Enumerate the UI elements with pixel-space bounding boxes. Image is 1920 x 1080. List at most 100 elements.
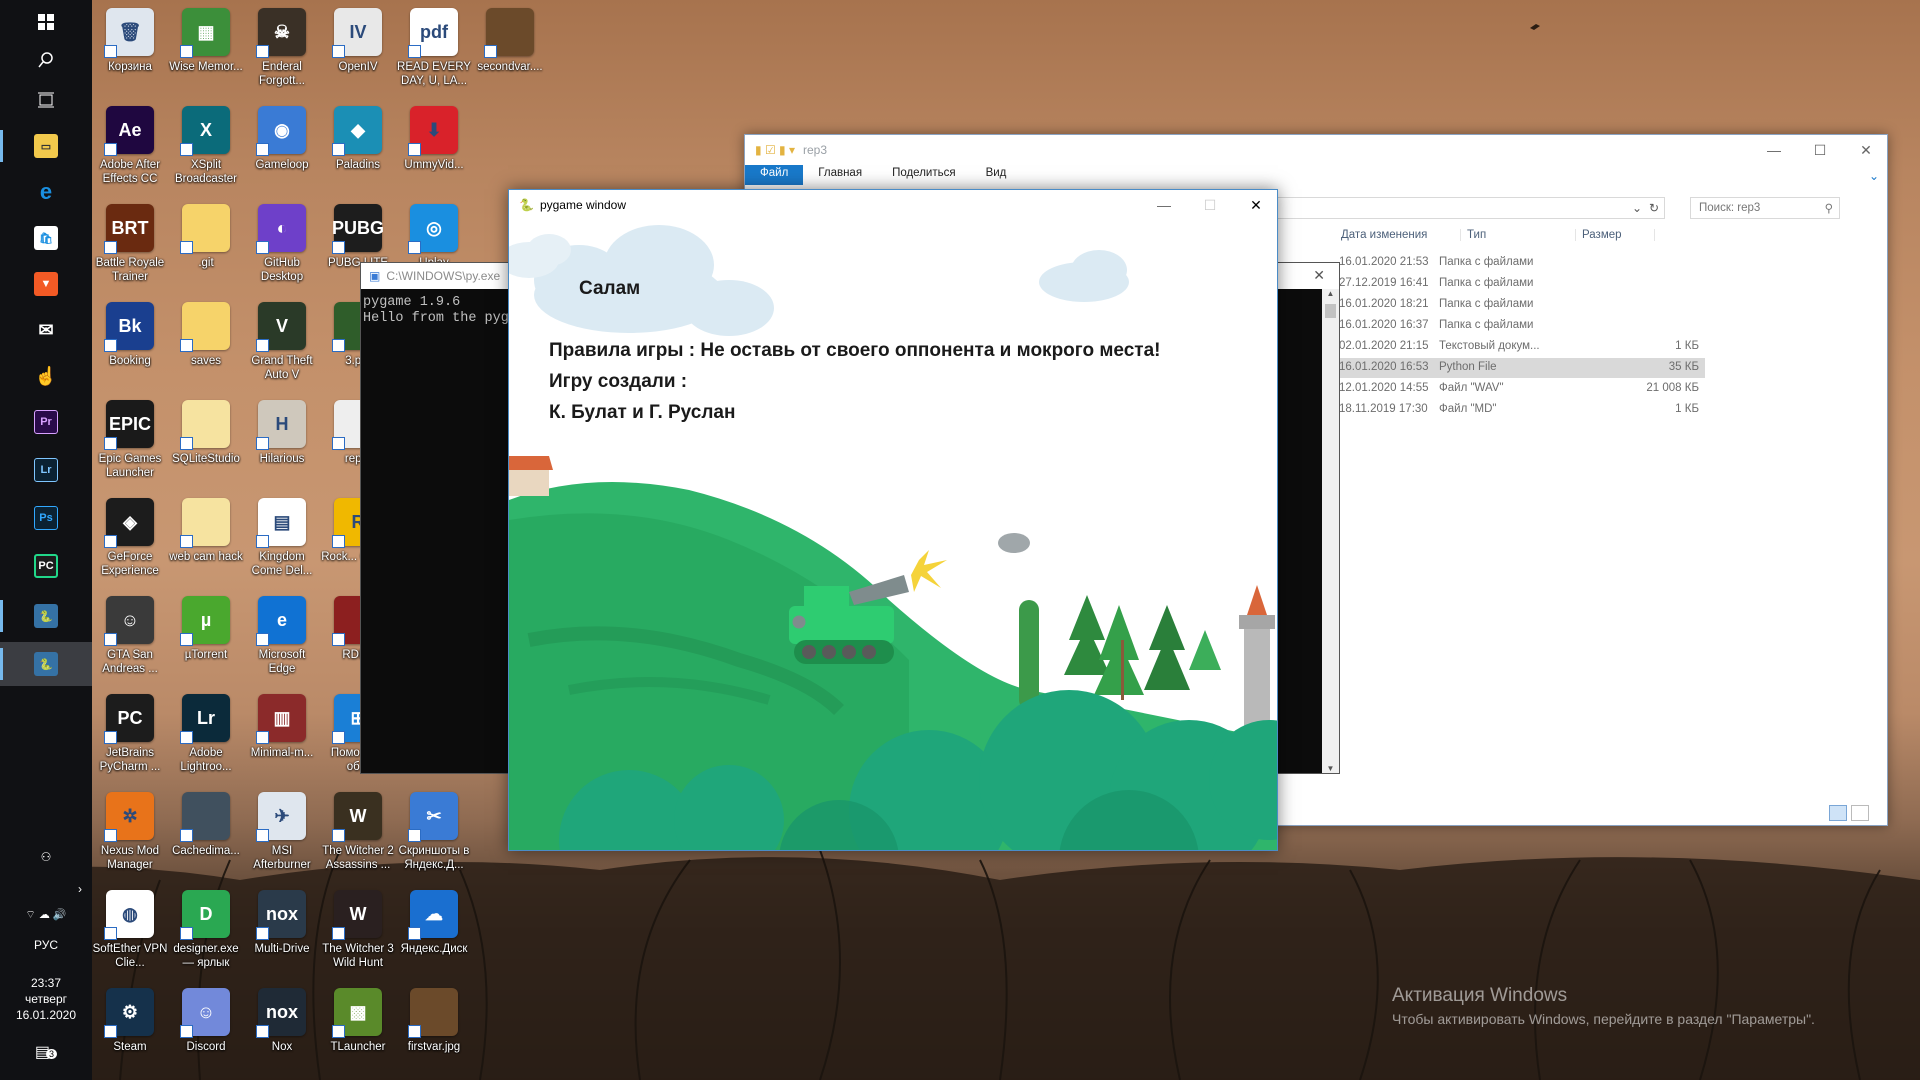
column-type[interactable]: Тип [1460,229,1486,241]
desktop-icon[interactable]: Lr Adobe Lightroo... [168,686,244,784]
desktop-icon[interactable]: saves [168,294,244,392]
file-row[interactable]: 27.12.2019 16:41 Папка с файлами [1335,274,1705,294]
desktop-icon[interactable]: .git [168,196,244,294]
desktop-icon[interactable]: ◆ Paladins [320,98,396,196]
taskbar-store[interactable]: 🛍 [0,216,92,260]
desktop-icon[interactable]: e Microsoft Edge [244,588,320,686]
desktop-icon[interactable]: ▤ Kingdom Come Del... [244,490,320,588]
people-icon[interactable]: ⚇ [0,850,92,864]
taskbar-premiere[interactable]: Pr [0,400,92,444]
desktop-icon[interactable]: Cachedima... [168,784,244,882]
desktop-icon[interactable]: EPIC Epic Games Launcher [92,392,168,490]
file-row[interactable]: 18.11.2019 17:30 Файл "MD" 1 КБ [1335,400,1705,420]
desktop-icon[interactable]: ✈ MSI Afterburner [244,784,320,882]
file-row[interactable]: 12.01.2020 14:55 Файл "WAV" 21 008 КБ [1335,379,1705,399]
tab-share[interactable]: Поделиться [877,165,971,185]
clock-weekday[interactable]: четверг [0,992,92,1006]
details-view-icon[interactable] [1829,805,1847,821]
desktop-icon[interactable]: SQLiteStudio [168,392,244,490]
clock-time[interactable]: 23:37 [0,976,92,990]
tray-expand-chevron-icon[interactable]: › [0,882,92,896]
desktop-icon[interactable]: Ae Adobe After Effects CC [92,98,168,196]
scroll-down-icon[interactable]: ▼ [1322,764,1339,773]
file-row[interactable]: 16.01.2020 18:21 Папка с файлами [1335,295,1705,315]
clock-date[interactable]: 16.01.2020 [0,1008,92,1022]
tab-home[interactable]: Главная [803,165,877,185]
taskbar-mail[interactable]: ✉ [0,308,92,352]
desktop-icon[interactable]: web cam hack [168,490,244,588]
tab-view[interactable]: Вид [971,165,1022,185]
desktop-icon[interactable]: W The Witcher 2 Assassins ... [320,784,396,882]
maximize-button[interactable]: ☐ [1797,135,1843,165]
scroll-up-icon[interactable]: ▲ [1322,289,1339,298]
desktop-icon[interactable]: X XSplit Broadcaster [168,98,244,196]
close-button[interactable]: ✕ [1843,135,1889,165]
desktop-icon[interactable]: ☺ Discord [168,980,244,1078]
desktop-icon[interactable]: nox Nox [244,980,320,1078]
file-row[interactable]: 16.01.2020 16:53 Python File 35 КБ [1335,358,1705,378]
tray-status-icons[interactable]: ⌔ ☁ 🔊 [0,908,92,922]
file-row[interactable]: 16.01.2020 16:37 Папка с файлами [1335,316,1705,336]
search-button[interactable] [0,38,92,82]
column-size[interactable]: Размер [1575,229,1655,241]
desktop-icon[interactable]: 🗑 Корзина [92,0,168,98]
desktop-icon[interactable]: ☁ Яндекс.Диск [396,882,472,980]
console-scrollbar[interactable]: ▲ ▼ [1322,289,1339,773]
refresh-icon[interactable]: ↻ [1649,201,1659,215]
desktop-icon[interactable]: ▩ TLauncher [320,980,396,1078]
column-date-modified[interactable]: Дата изменения [1341,229,1427,241]
desktop-icon[interactable]: ✂ Скриншоты в Яндекс.Д... [396,784,472,882]
desktop-icon[interactable]: ✲ Nexus Mod Manager [92,784,168,882]
game-canvas[interactable]: Салам Правила игры : Не оставь от своего… [509,220,1277,850]
desktop-icon[interactable]: secondvar.... [472,0,548,98]
desktop-icon[interactable]: BRT Battle Royale Trainer [92,196,168,294]
pygame-close-button[interactable]: ✕ [1233,190,1279,220]
tab-file[interactable]: Файл [745,165,804,185]
pygame-window[interactable]: 🐍 pygame window — ☐ ✕ Салам Правила игры… [508,189,1278,851]
desktop-icon[interactable]: ⬇ UmmyVid... [396,98,472,196]
desktop-icon[interactable]: PC JetBrains PyCharm ... [92,686,168,784]
desktop-icon[interactable]: pdf READ EVERY DAY, U, LA... [396,0,472,98]
desktop-icon[interactable]: µ µTorrent [168,588,244,686]
desktop-icon[interactable]: ⚙ Steam [92,980,168,1078]
desktop-icon[interactable]: ◈ GeForce Experience [92,490,168,588]
desktop-icon[interactable]: Ddesigner.exe — ярлык [168,882,244,980]
desktop-icon[interactable]: ◐ GitHub Desktop [244,196,320,294]
action-center-button[interactable]: ▤3 [0,1042,92,1062]
console-close-button[interactable]: ✕ [1313,267,1325,284]
taskbar-brave[interactable]: ▼ [0,262,92,306]
file-row[interactable]: 02.01.2020 21:15 Текстовый докум... 1 КБ [1335,337,1705,357]
task-view-button[interactable] [0,78,92,122]
desktop-icon[interactable]: V Grand Theft Auto V [244,294,320,392]
taskbar-file-explorer[interactable]: ▭ [0,124,92,168]
quick-access-icons[interactable]: ▮ ☑ ▮ ▾ [755,143,795,157]
desktop-icon[interactable]: H Hilarious [244,392,320,490]
minimize-button[interactable]: — [1751,135,1797,165]
scroll-thumb[interactable] [1325,304,1336,318]
desktop-icon[interactable]: ◉ Gameloop [244,98,320,196]
desktop-icon[interactable]: IV OpenIV [320,0,396,98]
desktop-icon[interactable]: ☠ Enderal Forgott... [244,0,320,98]
explorer-titlebar[interactable]: ▮ ☑ ▮ ▾ rep3 [745,135,1887,165]
address-bar[interactable]: ⌄ ↻ [1235,197,1665,219]
language-indicator[interactable]: РУС [0,938,92,952]
taskbar-python-idle[interactable]: 🐍 [0,594,92,638]
desktop-icon[interactable]: W The Witcher 3 Wild Hunt [320,882,396,980]
desktop-icon[interactable]: firstvar.jpg [396,980,472,1078]
search-box[interactable]: Поиск: rep3 ⚲ [1690,197,1840,219]
large-icons-view-icon[interactable] [1851,805,1869,821]
desktop-icon[interactable]: ◍ SoftEther VPN Clie... [92,882,168,980]
ribbon-expand-chevron-icon[interactable]: ⌄ [1869,169,1879,183]
taskbar-edge[interactable]: e [0,170,92,214]
pygame-minimize-button[interactable]: — [1141,190,1187,220]
taskbar-touch[interactable]: ☝ [0,354,92,398]
file-row[interactable]: 16.01.2020 21:53 Папка с файлами [1335,253,1705,273]
address-dropdown-icon[interactable]: ⌄ [1632,201,1642,215]
taskbar-pygame[interactable]: 🐍 [0,642,92,686]
desktop-icon[interactable]: ▥ Minimal-m... [244,686,320,784]
desktop-icon[interactable]: Bk Booking [92,294,168,392]
desktop-icon[interactable]: ☺ GTA San Andreas ... [92,588,168,686]
desktop-icon[interactable]: nox Multi-Drive [244,882,320,980]
taskbar-pycharm[interactable]: PC [0,544,92,588]
taskbar-photoshop[interactable]: Ps [0,496,92,540]
